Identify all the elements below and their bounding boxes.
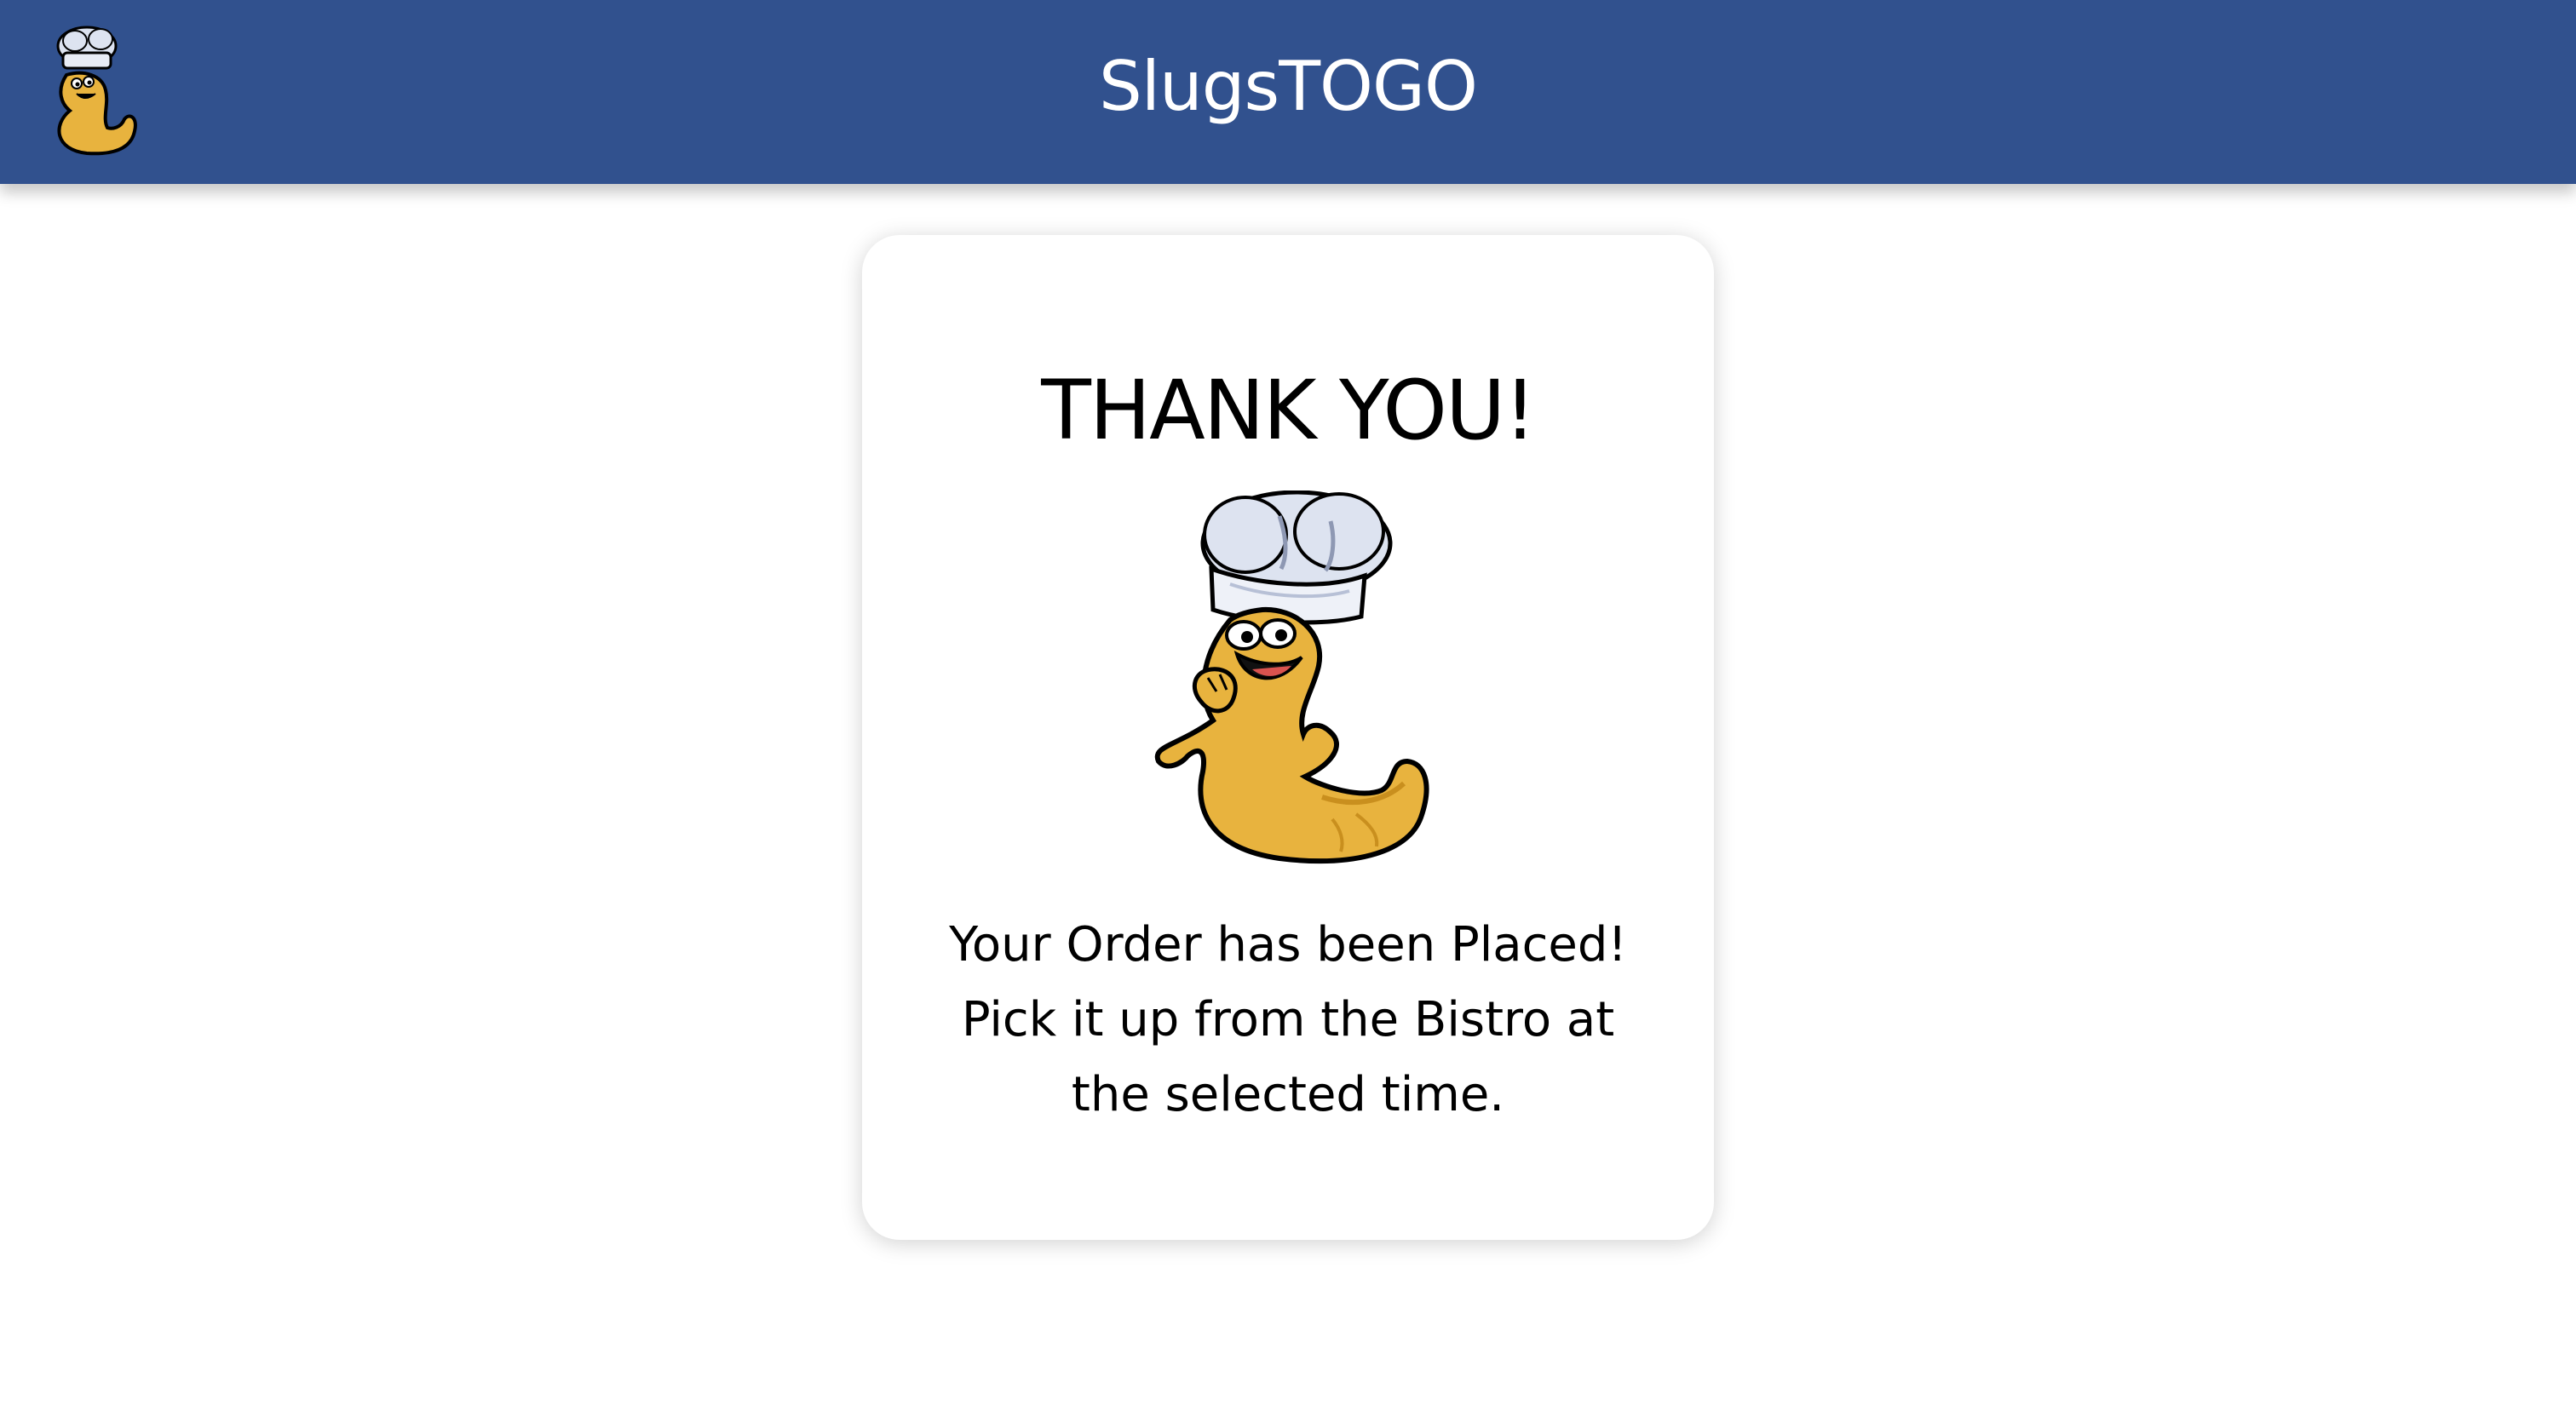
order-placed-message: Your Order has been Placed! Pick it up f… bbox=[949, 917, 1627, 1122]
app-header: SlugsTOGO bbox=[0, 0, 2576, 184]
app-title: SlugsTOGO bbox=[1099, 47, 1478, 126]
order-confirmation-card: THANK YOU! Your Order has been Placed! P… bbox=[862, 235, 1714, 1240]
slug-chef-mascot-icon bbox=[1154, 490, 1429, 864]
thank-you-heading: THANK YOU! bbox=[1041, 363, 1536, 458]
